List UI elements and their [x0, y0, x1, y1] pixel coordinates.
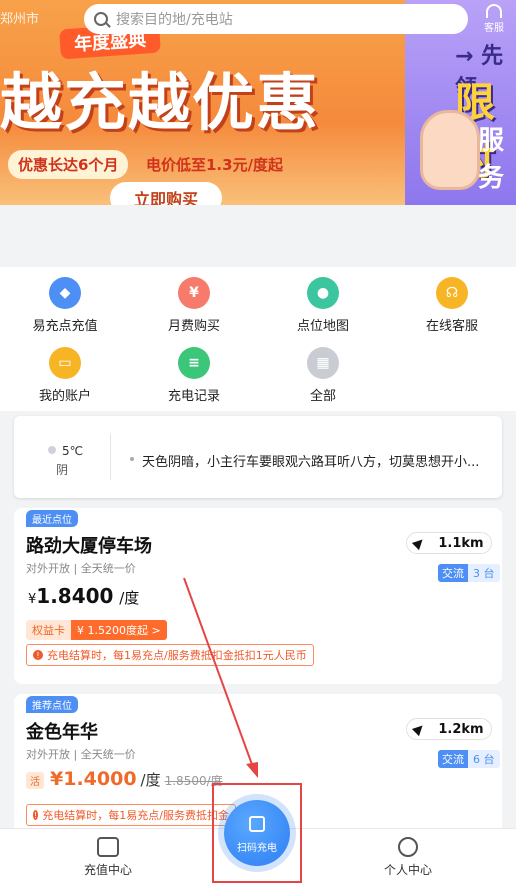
annotation-arrow [183, 577, 258, 778]
